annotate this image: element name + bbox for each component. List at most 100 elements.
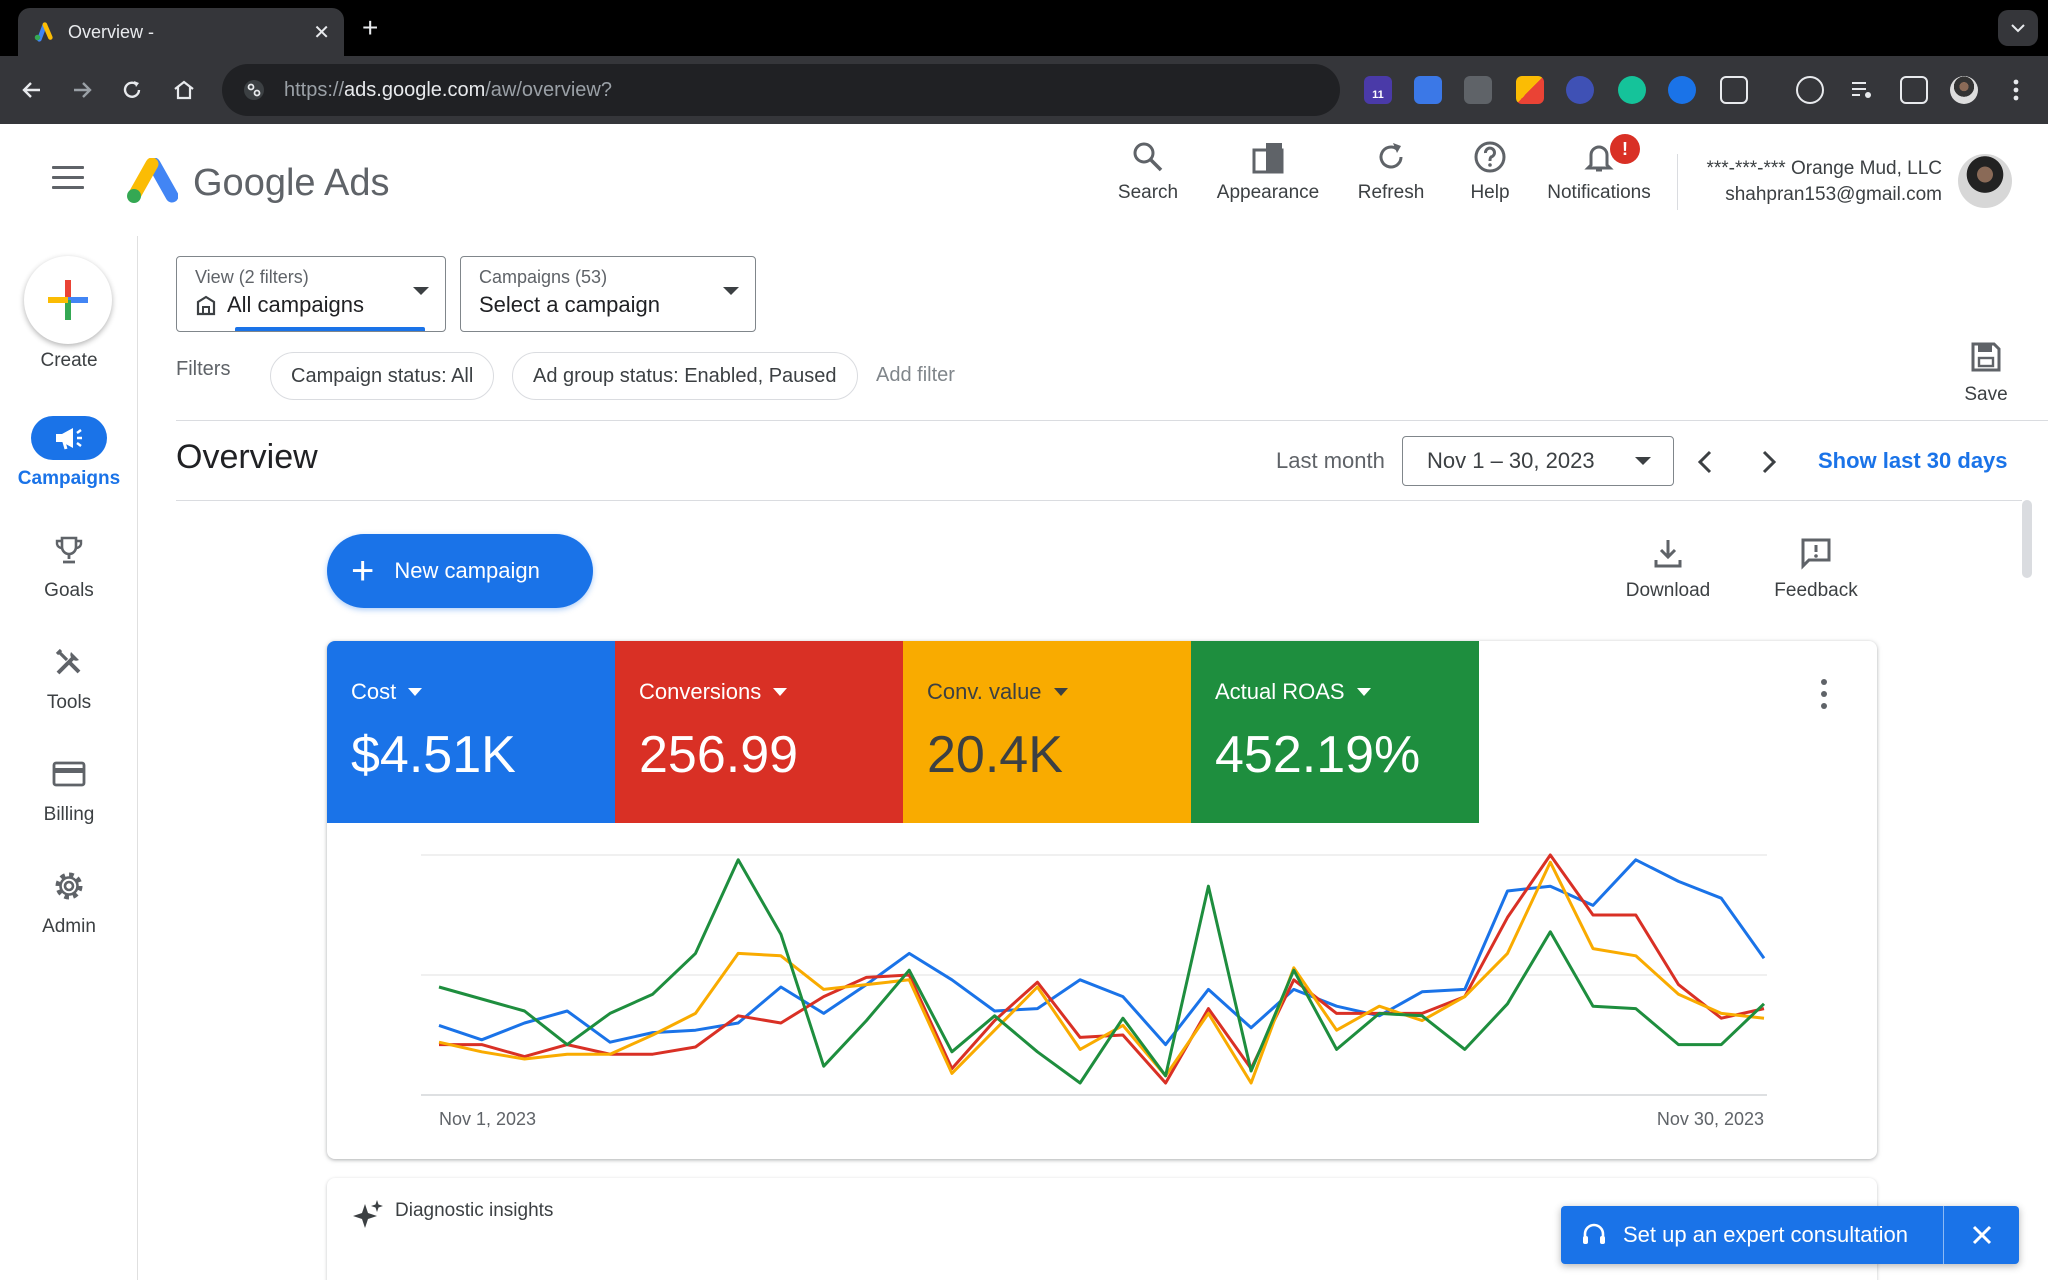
search-button[interactable]: Search	[1112, 140, 1184, 204]
nav-label: Goals	[44, 580, 94, 601]
new-tab-button[interactable]: +	[362, 12, 378, 44]
plus-icon: +	[351, 549, 375, 593]
extension-icon[interactable]	[1516, 76, 1544, 104]
menu-icon[interactable]	[52, 166, 84, 190]
nav-item-goals[interactable]: Goals	[0, 528, 138, 602]
expert-consultation-banner: Set up an expert consultation	[1561, 1206, 2019, 1264]
save-button[interactable]: Save	[1960, 340, 2012, 406]
metric-label[interactable]: Conv. value	[927, 679, 1191, 705]
show-last-30-days-link[interactable]: Show last 30 days	[1818, 448, 2008, 474]
feedback-icon	[1801, 538, 1831, 570]
performance-line-chart: Nov 1, 2023 Nov 30, 2023	[421, 853, 1767, 1129]
extensions-puzzle-icon[interactable]	[1720, 76, 1748, 104]
home-button[interactable]	[168, 74, 200, 106]
previous-period-icon[interactable]	[1690, 446, 1722, 478]
product-name: Google Ads	[193, 162, 390, 204]
metric-label[interactable]: Cost	[351, 679, 615, 705]
address-bar[interactable]: https://ads.google.com/aw/overview?	[222, 64, 1340, 116]
close-tab-icon[interactable]: ✕	[313, 20, 330, 45]
nav-item-campaigns[interactable]: Campaigns	[0, 416, 138, 490]
metric-label[interactable]: Actual ROAS	[1215, 679, 1479, 705]
browser-tab[interactable]: Overview - ✕	[18, 8, 344, 56]
filter-chip-campaign-status[interactable]: Campaign status: All	[270, 352, 495, 400]
tools-icon	[31, 640, 107, 684]
google-ads-favicon	[34, 22, 53, 42]
building-icon	[196, 295, 216, 316]
download-label: Download	[1625, 580, 1711, 601]
nav-label: Billing	[43, 804, 95, 825]
refresh-button[interactable]: Refresh	[1320, 140, 1462, 204]
profile-avatar[interactable]	[1950, 76, 1978, 104]
extension-icon[interactable]	[1566, 76, 1594, 104]
browser-menu-button[interactable]	[2002, 76, 2030, 104]
feedback-button[interactable]: Feedback	[1770, 536, 1862, 602]
nav-label: Campaigns	[17, 468, 121, 489]
date-range-text: Nov 1 – 30, 2023	[1427, 448, 1595, 473]
more-vert-icon[interactable]	[1821, 679, 1829, 715]
metric-card-actual-roas[interactable]: Actual ROAS 452.19%	[1191, 641, 1479, 823]
metric-card-conv-value[interactable]: Conv. value 20.4K	[903, 641, 1191, 823]
help-button[interactable]: Help	[1462, 140, 1518, 204]
site-info-icon	[244, 80, 264, 100]
browser-toolbar: https://ads.google.com/aw/overview? 11	[0, 56, 2048, 124]
notification-badge: !	[1610, 134, 1640, 164]
extension-icon[interactable]	[1796, 76, 1824, 104]
side-panel-icon[interactable]	[1900, 76, 1928, 104]
caret-down-icon	[1635, 457, 1651, 465]
save-label: Save	[1964, 384, 2008, 405]
arrow-left-icon	[22, 82, 40, 98]
tab-search-button[interactable]	[1998, 10, 2038, 46]
view-filter-dropdown[interactable]: View (2 filters) All campaigns	[176, 256, 446, 332]
download-button[interactable]: Download	[1622, 536, 1714, 602]
search-label: Search	[1117, 182, 1179, 203]
header-divider	[1677, 154, 1678, 210]
nav-item-tools[interactable]: Tools	[0, 640, 138, 714]
extension-icon[interactable]: 11	[1364, 76, 1392, 104]
filter-chip-ad-group-status[interactable]: Ad group status: Enabled, Paused	[512, 352, 858, 400]
back-button[interactable]	[16, 74, 48, 106]
next-period-icon[interactable]	[1752, 446, 1784, 478]
nav-item-billing[interactable]: Billing	[0, 752, 138, 826]
metric-value: 256.99	[639, 726, 799, 784]
nav-label: Admin	[42, 916, 96, 937]
feedback-label: Feedback	[1774, 580, 1858, 601]
extension-icon[interactable]	[1414, 76, 1442, 104]
new-campaign-button[interactable]: + New campaign	[327, 534, 593, 608]
queue-music-icon	[1852, 82, 1871, 98]
chevron-down-icon	[2011, 24, 2025, 33]
avatar[interactable]	[1958, 154, 2012, 208]
date-range-picker[interactable]: Nov 1 – 30, 2023	[1402, 436, 1674, 486]
appearance-icon	[1252, 143, 1284, 174]
grammarly-icon[interactable]	[1618, 76, 1646, 104]
divider	[176, 500, 2022, 501]
add-filter-button[interactable]: Add filter	[876, 364, 955, 387]
close-banner-button[interactable]	[1943, 1206, 2019, 1264]
metric-card-cost[interactable]: Cost $4.51K	[327, 641, 615, 823]
notifications-label: Notifications	[1547, 182, 1651, 203]
extension-icon[interactable]	[1464, 76, 1492, 104]
metric-label[interactable]: Conversions	[639, 679, 903, 705]
reload-button[interactable]	[116, 74, 148, 106]
notifications-button[interactable]: Notifications !	[1538, 134, 1660, 204]
new-campaign-label: New campaign	[394, 558, 540, 583]
expert-consultation-link[interactable]: Set up an expert consultation	[1623, 1222, 1943, 1248]
account-info[interactable]: ***-***-*** Orange Mud, LLC shahpran153@…	[1706, 156, 1942, 208]
nav-item-admin[interactable]: Admin	[0, 864, 138, 938]
scrollbar-thumb[interactable]	[2022, 500, 2032, 578]
home-icon	[174, 80, 194, 100]
caret-down-icon	[408, 688, 423, 696]
forward-button[interactable]	[66, 74, 98, 106]
appearance-button[interactable]: Appearance	[1212, 140, 1324, 204]
extension-icon[interactable]	[1668, 76, 1696, 104]
metric-card-conversions[interactable]: Conversions 256.99	[615, 641, 903, 823]
create-button[interactable]	[24, 256, 112, 344]
campaign-filter-dropdown[interactable]: Campaigns (53) Select a campaign	[460, 256, 756, 332]
view-filter-text: All campaigns	[227, 292, 364, 317]
metric-value: $4.51K	[351, 726, 516, 784]
plus-icon	[48, 280, 88, 320]
trophy-icon	[31, 528, 107, 572]
tab-title: Overview -	[68, 21, 155, 42]
caret-down-icon	[723, 287, 739, 295]
period-label: Last month	[1276, 448, 1385, 473]
media-icon[interactable]	[1848, 76, 1876, 104]
